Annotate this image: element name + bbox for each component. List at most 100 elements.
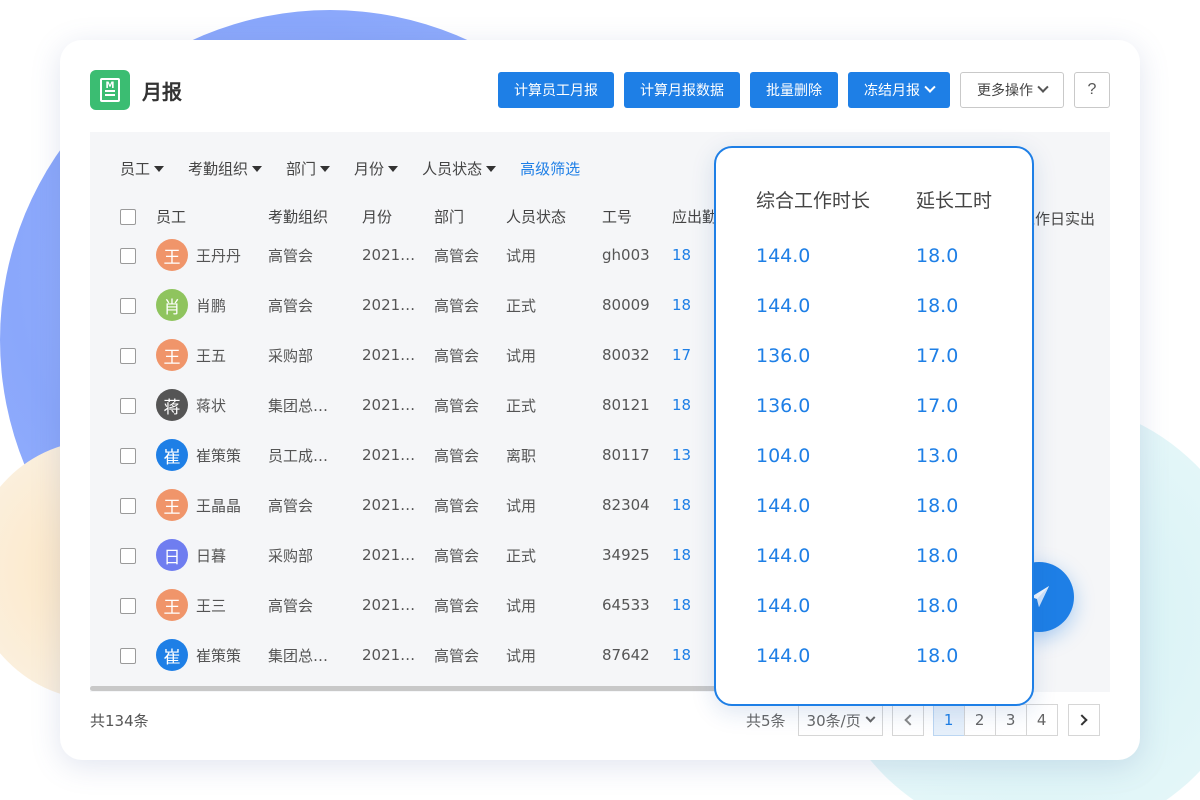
help-button[interactable]: ?	[1074, 72, 1110, 108]
employee-no-cell: 80009	[602, 296, 650, 314]
row-checkbox[interactable]	[120, 297, 136, 314]
month-cell: 2021…	[362, 446, 416, 464]
org-cell: 高管会	[268, 596, 314, 615]
freeze-report-button[interactable]: 冻结月报	[848, 72, 950, 108]
advanced-filter-link[interactable]: 高级筛选	[520, 158, 580, 179]
chevron-down-icon	[865, 712, 876, 723]
total-hours-value[interactable]: 144.0	[756, 645, 810, 667]
overtime-value[interactable]: 18.0	[916, 495, 958, 517]
row-checkbox[interactable]	[120, 647, 136, 664]
popup-row: 144.0 18.0	[716, 645, 1032, 695]
avatar: 日	[156, 539, 188, 571]
filter-bar: 员工 考勤组织 部门 月份 人员状态 高级筛选	[120, 158, 580, 179]
toolbar: 计算员工月报 计算月报数据 批量删除 冻结月报 更多操作 ?	[498, 72, 1110, 108]
dept-cell: 高管会	[434, 446, 480, 465]
filter-employee[interactable]: 员工	[120, 158, 165, 179]
header-month[interactable]: 月份	[362, 202, 434, 230]
next-page-button[interactable]	[1067, 704, 1100, 736]
total-hours-value[interactable]: 144.0	[756, 295, 810, 317]
employee-name: 崔策策	[196, 446, 242, 465]
prev-page-button[interactable]	[891, 704, 924, 736]
batch-delete-button[interactable]: 批量删除	[750, 72, 838, 108]
month-cell: 2021…	[362, 646, 416, 664]
page-size-label: 30条/页	[806, 711, 861, 730]
employee-no-cell: 80117	[602, 446, 650, 464]
row-checkbox[interactable]	[120, 347, 136, 364]
month-cell: 2021…	[362, 296, 416, 314]
avatar: 崔	[156, 439, 188, 471]
dept-cell: 高管会	[434, 346, 480, 365]
header-no[interactable]: 工号	[602, 202, 672, 230]
header-dept[interactable]: 部门	[434, 202, 506, 230]
total-hours-value[interactable]: 144.0	[756, 495, 810, 517]
calc-employee-report-button[interactable]: 计算员工月报	[498, 72, 614, 108]
table-row[interactable]: 王王丹丹 高管会 2021… 高管会 试用 gh003 18	[110, 230, 732, 280]
table-row[interactable]: 王王五 采购部 2021… 高管会 试用 80032 17	[110, 330, 732, 380]
page-title: 月报	[142, 80, 182, 104]
chevron-right-icon	[1076, 714, 1088, 726]
table-row[interactable]: 肖肖鹏 高管会 2021… 高管会 正式 80009 18	[110, 280, 732, 330]
table-row[interactable]: 王王三 高管会 2021… 高管会 试用 64533 18	[110, 580, 732, 630]
page-1-button[interactable]: 1	[932, 704, 965, 736]
chevron-down-icon	[1037, 81, 1049, 93]
overtime-value[interactable]: 18.0	[916, 295, 958, 317]
dept-cell: 高管会	[434, 396, 480, 415]
employee-no-cell: 82304	[602, 496, 650, 514]
report-logo-icon: M	[90, 70, 130, 110]
filter-org[interactable]: 考勤组织	[188, 158, 263, 179]
horizontal-scrollbar[interactable]	[90, 686, 720, 691]
popup-row: 104.0 13.0	[716, 445, 1032, 495]
header-employee[interactable]: 员工	[156, 202, 268, 230]
status-cell: 试用	[506, 246, 537, 265]
overtime-value[interactable]: 13.0	[916, 445, 958, 467]
employee-name: 蒋状	[196, 396, 227, 415]
table-row[interactable]: 日日暮 采购部 2021… 高管会 正式 34925 18	[110, 530, 732, 580]
filter-status[interactable]: 人员状态	[422, 158, 497, 179]
filter-dept[interactable]: 部门	[286, 158, 331, 179]
overtime-value[interactable]: 18.0	[916, 545, 958, 567]
total-hours-value[interactable]: 144.0	[756, 545, 810, 567]
popup-row: 144.0 18.0	[716, 245, 1032, 295]
avatar: 王	[156, 489, 188, 521]
header-status[interactable]: 人员状态	[506, 202, 602, 230]
total-count: 共134条	[90, 712, 149, 730]
total-hours-value[interactable]: 136.0	[756, 395, 810, 417]
report-table: 员工 考勤组织 月份 部门 人员状态 工号 应出勤 王王丹丹 高管会 2021……	[110, 202, 732, 680]
overtime-value[interactable]: 17.0	[916, 395, 958, 417]
table-row[interactable]: 崔崔策策 集团总… 2021… 高管会 试用 87642 18	[110, 630, 732, 680]
dept-cell: 高管会	[434, 646, 480, 665]
table-row[interactable]: 崔崔策策 员工成… 2021… 高管会 离职 80117 13	[110, 430, 732, 480]
overtime-value[interactable]: 18.0	[916, 645, 958, 667]
employee-name: 肖鹏	[196, 296, 227, 315]
total-hours-value[interactable]: 136.0	[756, 345, 810, 367]
table-row[interactable]: 王王晶晶 高管会 2021… 高管会 试用 82304 18	[110, 480, 732, 530]
row-checkbox[interactable]	[120, 597, 136, 614]
page-2-button[interactable]: 2	[963, 704, 996, 736]
total-hours-value[interactable]: 144.0	[756, 245, 810, 267]
row-checkbox[interactable]	[120, 547, 136, 564]
calc-report-data-button[interactable]: 计算月报数据	[624, 72, 740, 108]
overtime-value[interactable]: 18.0	[916, 245, 958, 267]
overtime-value[interactable]: 18.0	[916, 595, 958, 617]
page-3-button[interactable]: 3	[994, 704, 1027, 736]
table-row[interactable]: 蒋蒋状 集团总… 2021… 高管会 正式 80121 18	[110, 380, 732, 430]
page-size-select[interactable]: 30条/页	[797, 704, 883, 736]
row-checkbox[interactable]	[120, 397, 136, 414]
total-hours-value[interactable]: 144.0	[756, 595, 810, 617]
overtime-value[interactable]: 17.0	[916, 345, 958, 367]
popup-header-total-hours: 综合工作时长	[756, 190, 871, 212]
avatar: 王	[156, 589, 188, 621]
month-cell: 2021…	[362, 496, 416, 514]
page-4-button[interactable]: 4	[1025, 704, 1058, 736]
select-all-checkbox[interactable]	[120, 208, 136, 225]
row-checkbox[interactable]	[120, 497, 136, 514]
row-checkbox[interactable]	[120, 447, 136, 464]
row-checkbox[interactable]	[120, 247, 136, 264]
total-hours-value[interactable]: 104.0	[756, 445, 810, 467]
pagination: 共5条 30条/页 1 2 3 4	[746, 704, 1100, 736]
filter-month[interactable]: 月份	[354, 158, 399, 179]
popup-row: 144.0 18.0	[716, 495, 1032, 545]
more-actions-button[interactable]: 更多操作	[960, 72, 1064, 108]
more-label: 更多操作	[977, 82, 1033, 98]
header-org[interactable]: 考勤组织	[268, 202, 362, 230]
